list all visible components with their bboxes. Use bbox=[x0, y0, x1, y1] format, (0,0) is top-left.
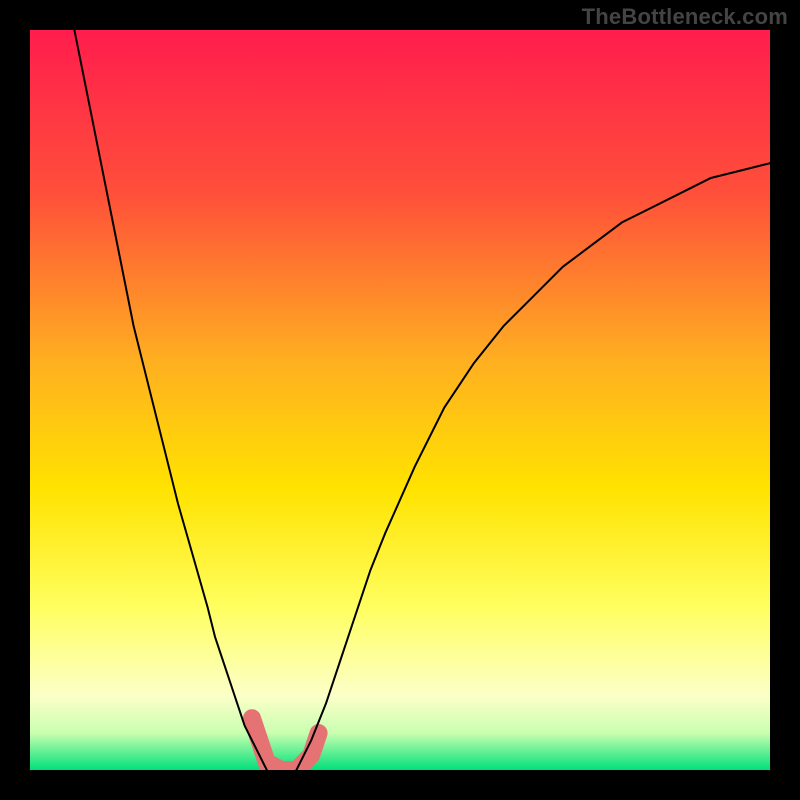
watermark-text: TheBottleneck.com bbox=[582, 4, 788, 30]
plot-area bbox=[30, 30, 770, 770]
chart-svg bbox=[30, 30, 770, 770]
gradient-background bbox=[30, 30, 770, 770]
chart-frame: TheBottleneck.com bbox=[0, 0, 800, 800]
